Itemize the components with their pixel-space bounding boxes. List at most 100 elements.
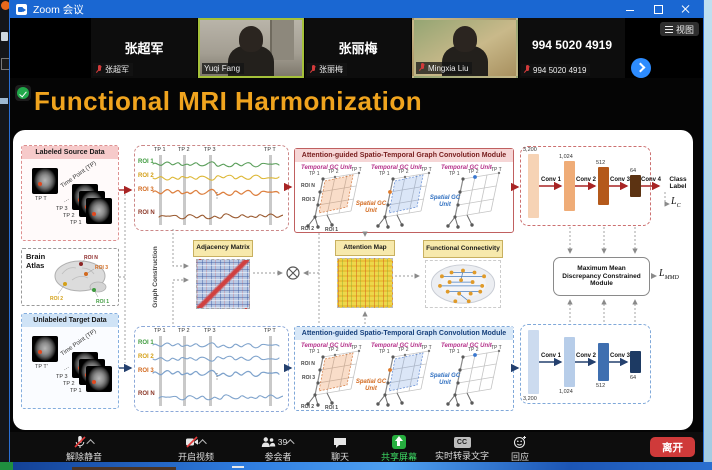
participant-tile[interactable]: 994 5020 4919 994 5020 4919 xyxy=(519,18,625,78)
brain-image xyxy=(86,366,112,392)
chat-button[interactable]: 聊天 xyxy=(331,435,349,463)
feature-size: 64 xyxy=(630,375,636,381)
functional-connectivity-image xyxy=(425,260,501,308)
participants-button[interactable]: 39 参会者 xyxy=(261,435,295,463)
vertical-ellipsis: ⋮ xyxy=(213,194,221,199)
tp-label: TP 1 xyxy=(449,349,460,355)
start-video-button[interactable]: 开启视频 xyxy=(178,435,214,463)
graph-construction-label: Graph Construction xyxy=(152,241,162,313)
roi-label: ROI 3 xyxy=(302,197,315,203)
tp-label: TP 2 xyxy=(468,347,479,353)
desktop-fragment xyxy=(0,462,13,470)
tp-label: TP 1 xyxy=(70,388,82,394)
tp-label: TP 1 xyxy=(379,349,390,355)
roi-signals xyxy=(151,152,283,226)
tp-label: TP 1 xyxy=(309,171,320,177)
desktop-icon[interactable] xyxy=(0,98,8,104)
mmd-module-box: Maximum Mean Discrepancy Constrained Mod… xyxy=(553,257,650,296)
feature-size: 3,200 xyxy=(523,147,537,153)
minimize-button[interactable] xyxy=(625,4,635,14)
conv-feature-bar xyxy=(598,167,609,205)
tp-label: TP 1 xyxy=(70,220,82,226)
roi-label: ROI 2 xyxy=(50,296,63,302)
module-title: Attention-guided Spatio-Temporal Graph C… xyxy=(295,327,513,340)
feature-size: 64 xyxy=(630,168,636,174)
participant-tile[interactable]: 张超军 张超军 xyxy=(91,18,197,78)
live-transcript-button[interactable]: CC 实时转录文字 xyxy=(435,435,489,462)
next-participants-button[interactable] xyxy=(631,58,651,78)
close-button[interactable] xyxy=(681,4,691,14)
view-button[interactable]: 视图 xyxy=(660,22,699,36)
participant-tile-active-speaker[interactable]: Yuqi Fang xyxy=(198,18,304,78)
feature-size: 1,024 xyxy=(559,389,573,395)
conv-label: Conv 4 xyxy=(641,177,661,183)
mic-muted-icon xyxy=(95,65,103,75)
desktop-icon[interactable] xyxy=(1,32,8,41)
view-button-label: 视图 xyxy=(676,23,694,36)
roi-label: ROI 1 xyxy=(325,405,338,409)
mic-muted-icon xyxy=(523,65,531,75)
roi-tick: ROI 1 xyxy=(138,159,154,165)
tp-label: TP 2 xyxy=(398,347,409,353)
conv-feature-bar xyxy=(598,343,609,381)
spatial-gc-label: Spatial GC Unit xyxy=(427,195,463,208)
conv-label: Conv 1 xyxy=(541,353,561,359)
tp-label: TP 2 xyxy=(328,169,339,175)
tp-tick: TP 2 xyxy=(178,147,190,153)
reactions-button[interactable]: 回应 xyxy=(511,435,529,463)
desktop-fragment xyxy=(232,466,244,468)
conv-feature-bar xyxy=(564,161,575,211)
maximize-button[interactable] xyxy=(653,4,663,14)
roi-label: ROI 1 xyxy=(325,227,338,231)
tp-label: TP 3 xyxy=(56,206,68,212)
feature-size: 512 xyxy=(596,383,605,389)
conv-label: Conv 2 xyxy=(576,177,596,183)
grid-view-icon xyxy=(665,26,673,33)
window-titlebar[interactable]: Zoom 会议 xyxy=(10,0,703,18)
desktop-edge-right xyxy=(704,0,712,470)
tp-label: TP T xyxy=(491,345,502,351)
roi-label: ROI N xyxy=(301,183,315,189)
roi-label: ROI 3 xyxy=(95,265,108,271)
share-screen-icon xyxy=(392,435,406,449)
desktop-edge-left xyxy=(0,0,9,470)
tp-label: TP 2 xyxy=(398,169,409,175)
tp-label: TP 2 xyxy=(468,169,479,175)
chevron-up-icon[interactable] xyxy=(287,439,295,447)
conv-label: Conv 3 xyxy=(610,177,630,183)
tp-tick: TP 3 xyxy=(204,328,216,334)
adjacency-matrix-image xyxy=(196,259,250,309)
tp-label: TP 2 xyxy=(63,213,75,219)
participant-strip: 张超军 张超军 Yuqi Fang 张丽梅 张丽梅 Mingxia Liu 99… xyxy=(10,18,703,78)
conv-feature-bar xyxy=(630,175,641,197)
chevron-up-icon[interactable] xyxy=(198,439,206,447)
chevron-up-icon[interactable] xyxy=(86,439,94,447)
shared-screen: Functional MRI Harmonization Labeled Sou… xyxy=(10,78,703,432)
roi-tick: ROI 1 xyxy=(138,340,154,346)
source-timeseries-panel: TP 1 TP 2 TP 3 TP T ROI 1 ROI 2 ROI 3 RO… xyxy=(134,145,289,231)
unmute-button[interactable]: 解除静音 xyxy=(66,435,102,463)
st-graph-unit: Temporal GC Unit TP 1 TP 2 TP T xyxy=(371,341,435,409)
conv-feature-bar xyxy=(564,337,575,387)
roi-label: ROI N xyxy=(84,255,98,261)
target-timeseries-panel: TP 1 TP 2 TP 3 TP T ROI 1 ROI 2 ROI 3 RO… xyxy=(134,326,289,412)
roi-tick: ROI N xyxy=(138,210,155,216)
zoom-meeting-window: Zoom 会议 张超军 张超军 Yuqi Fang 张丽梅 张丽梅 Mingxi… xyxy=(9,0,704,462)
tp-label: TP 1 xyxy=(449,171,460,177)
st-graph-unit: Temporal GC Unit TP 1 TP 2 TP T ROI N RO… xyxy=(301,163,365,231)
tp-tick: TP 3 xyxy=(204,147,216,153)
tp-tick: TP T xyxy=(264,147,276,153)
participant-label: Yuqi Fang xyxy=(204,64,240,73)
conv-label: Conv 3 xyxy=(610,353,630,359)
participant-tile[interactable]: 张丽梅 张丽梅 xyxy=(305,18,411,78)
participant-name: 张超军 xyxy=(91,38,197,57)
participant-label: 994 5020 4919 xyxy=(533,66,586,75)
conv-feature-bar xyxy=(630,351,641,373)
loss-classification: LC xyxy=(671,196,681,209)
cc-icon: CC xyxy=(453,437,470,448)
participant-tile[interactable]: Mingxia Liu xyxy=(412,18,518,78)
tp-label: TP 2 xyxy=(63,381,75,387)
verified-check-icon xyxy=(15,85,31,101)
share-screen-button[interactable]: 共享屏幕 xyxy=(381,435,417,463)
leave-button[interactable]: 离开 xyxy=(650,437,695,457)
